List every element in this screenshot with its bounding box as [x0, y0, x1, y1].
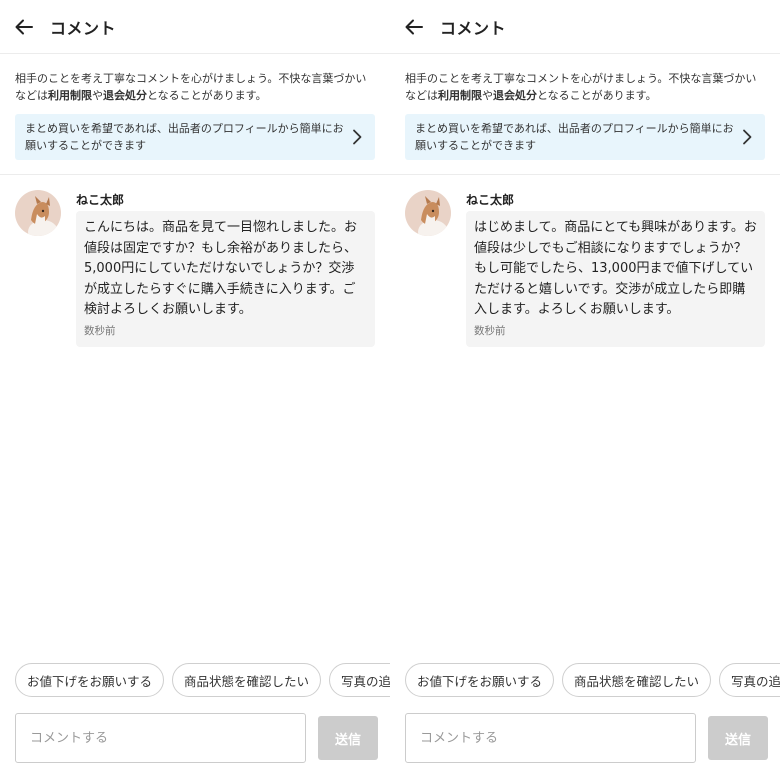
banner-text: まとめ買いを希望であれば、出品者のプロフィールから簡単にお願いすることができます — [25, 122, 344, 152]
app-header: コメント — [0, 0, 390, 54]
quick-reply-chips: お値下げをお願いする 商品状態を確認したい 写真の追加をお願いする — [405, 663, 780, 697]
notice-text: や — [482, 89, 493, 102]
arrow-left-icon[interactable] — [14, 17, 34, 37]
quick-reply-chips: お値下げをお願いする 商品状態を確認したい 写真の追加をお願いする — [15, 663, 390, 697]
chip-request-discount[interactable]: お値下げをお願いする — [405, 663, 555, 697]
chip-request-photos[interactable]: 写真の追加をお願いする — [329, 663, 390, 697]
comment-timestamp: 数秒前 — [474, 324, 506, 337]
avatar[interactable] — [15, 190, 61, 236]
chevron-right-icon — [349, 127, 365, 147]
comment-item: ねこ太郎 こんにちは。商品を見て一目惚れしました。お値段は固定ですか？もし余裕が… — [0, 175, 390, 347]
notice-bold-usage-restriction: 利用制限 — [48, 89, 92, 102]
chip-confirm-condition[interactable]: 商品状態を確認したい — [172, 663, 322, 697]
page-title: コメント — [440, 18, 507, 38]
app-header: コメント — [390, 0, 780, 54]
notice-text: となることがあります。 — [147, 89, 267, 102]
notice-bold-usage-restriction: 利用制限 — [438, 89, 482, 102]
send-button[interactable]: 送信 — [318, 716, 378, 760]
comment-body: ねこ太郎 こんにちは。商品を見て一目惚れしました。お値段は固定ですか？もし余裕が… — [76, 189, 375, 347]
banner-text: まとめ買いを希望であれば、出品者のプロフィールから簡単にお願いすることができます — [415, 122, 734, 152]
comment-item: ねこ太郎 はじめまして。商品にとても興味があります。お値段は少しでもご相談になり… — [390, 175, 780, 347]
comment-composer: 送信 — [15, 713, 378, 763]
comment-text: はじめまして。商品にとても興味があります。お値段は少しでもご相談になりますでしょ… — [474, 220, 757, 317]
comment-bubble: こんにちは。商品を見て一目惚れしました。お値段は固定ですか？もし余裕がありました… — [76, 211, 375, 347]
comment-username[interactable]: ねこ太郎 — [76, 189, 375, 211]
arrow-left-icon[interactable] — [404, 17, 424, 37]
send-button[interactable]: 送信 — [708, 716, 768, 760]
chip-confirm-condition[interactable]: 商品状態を確認したい — [562, 663, 712, 697]
comment-composer: 送信 — [405, 713, 768, 763]
chevron-right-icon — [739, 127, 755, 147]
notice-bold-account-termination: 退会処分 — [103, 89, 147, 102]
comment-timestamp: 数秒前 — [84, 324, 116, 337]
comment-screen-left: コメント 相手のことを考え丁寧なコメントを心がけましょう。不快な言葉づかいなどは… — [0, 0, 390, 774]
notice-bold-account-termination: 退会処分 — [493, 89, 537, 102]
notice-text: となることがあります。 — [537, 89, 657, 102]
comment-input[interactable] — [15, 713, 306, 763]
comment-guideline-notice: 相手のことを考え丁寧なコメントを心がけましょう。不快な言葉づかいなどは利用制限や… — [390, 54, 780, 104]
comment-input[interactable] — [405, 713, 696, 763]
comment-bubble: はじめまして。商品にとても興味があります。お値段は少しでもご相談になりますでしょ… — [466, 211, 765, 347]
comment-screen-right: コメント 相手のことを考え丁寧なコメントを心がけましょう。不快な言葉づかいなどは… — [390, 0, 780, 774]
avatar[interactable] — [405, 190, 451, 236]
comment-body: ねこ太郎 はじめまして。商品にとても興味があります。お値段は少しでもご相談になり… — [466, 189, 765, 347]
bundle-request-banner[interactable]: まとめ買いを希望であれば、出品者のプロフィールから簡単にお願いすることができます — [15, 114, 375, 160]
comment-guideline-notice: 相手のことを考え丁寧なコメントを心がけましょう。不快な言葉づかいなどは利用制限や… — [0, 54, 390, 104]
page-title: コメント — [50, 18, 117, 38]
comment-username[interactable]: ねこ太郎 — [466, 189, 765, 211]
chip-request-discount[interactable]: お値下げをお願いする — [15, 663, 165, 697]
chip-request-photos[interactable]: 写真の追加をお願いする — [719, 663, 780, 697]
notice-text: や — [92, 89, 103, 102]
bundle-request-banner[interactable]: まとめ買いを希望であれば、出品者のプロフィールから簡単にお願いすることができます — [405, 114, 765, 160]
screenshot-pair: コメント 相手のことを考え丁寧なコメントを心がけましょう。不快な言葉づかいなどは… — [0, 0, 780, 774]
comment-text: こんにちは。商品を見て一目惚れしました。お値段は固定ですか？もし余裕がありました… — [84, 220, 358, 317]
